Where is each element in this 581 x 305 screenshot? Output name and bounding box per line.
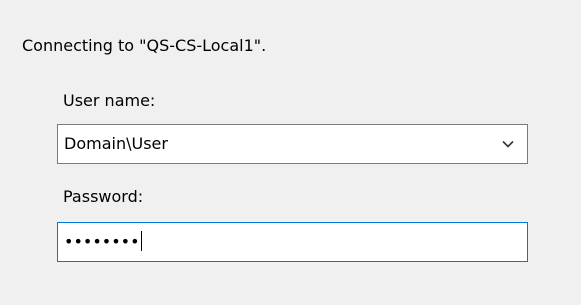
username-label: User name: — [63, 91, 156, 110]
text-caret — [140, 231, 142, 251]
password-value[interactable]: •••••••• — [64, 231, 142, 253]
password-field[interactable]: •••••••• — [57, 222, 528, 262]
password-dots: •••••••• — [64, 232, 140, 251]
username-value[interactable]: Domain\User — [64, 133, 168, 155]
username-combobox[interactable]: Domain\User — [57, 124, 528, 164]
connection-message: Connecting to "QS-CS-Local1". — [22, 36, 267, 55]
password-label: Password: — [63, 187, 144, 206]
chevron-down-icon[interactable] — [501, 137, 515, 151]
